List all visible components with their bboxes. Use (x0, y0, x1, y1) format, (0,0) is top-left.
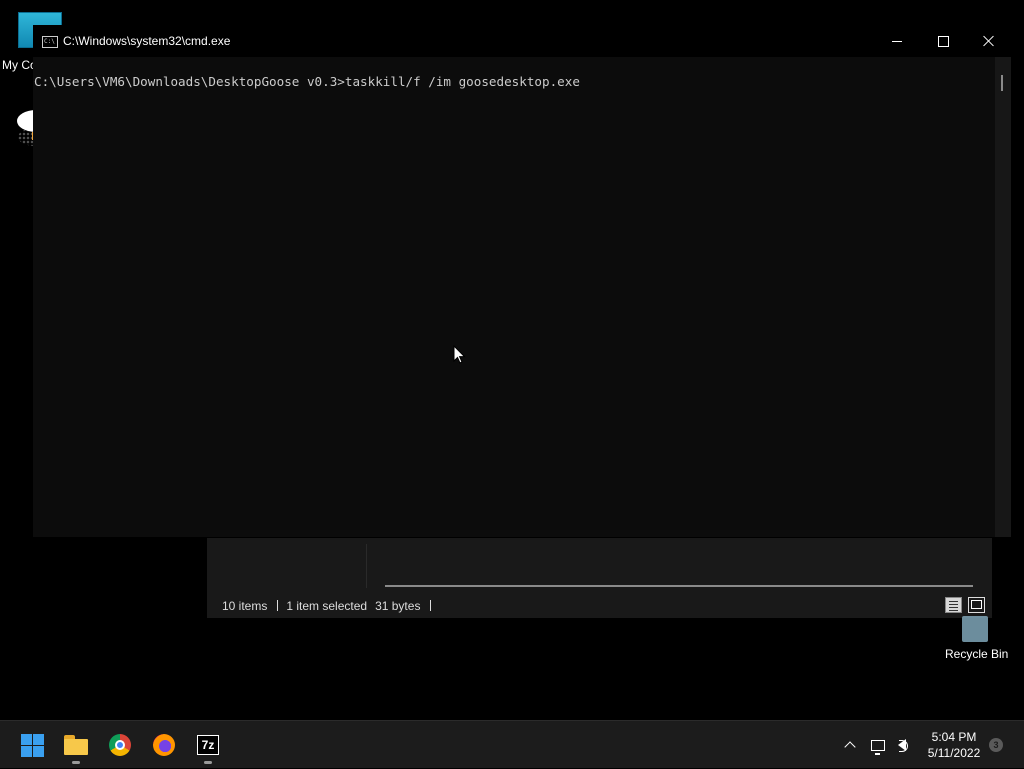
network-button[interactable] (867, 721, 889, 769)
clock[interactable]: 5:04 PM 5/11/2022 (918, 721, 990, 769)
recycle-bin-icon (962, 616, 988, 642)
my-computer-label: My Co (2, 58, 37, 72)
close-icon (983, 35, 995, 47)
speaker-icon (898, 739, 908, 752)
status-separator (277, 600, 279, 611)
chrome-icon (109, 734, 131, 756)
folder-icon (64, 735, 88, 755)
clock-time: 5:04 PM (931, 730, 977, 744)
close-button[interactable] (966, 25, 1012, 57)
volume-button[interactable] (891, 721, 913, 769)
window-title: C:\Windows\system32\cmd.exe (63, 34, 231, 48)
notification-badge-icon: 3 (989, 738, 1003, 752)
maximize-icon (937, 35, 949, 47)
network-icon (871, 739, 885, 755)
cmd-window: C:\ C:\Windows\system32\cmd.exe C:\Users… (33, 25, 1011, 537)
console-line: C:\Users\VM6\Downloads\DesktopGoose v0.3… (34, 74, 580, 89)
minimize-icon (892, 40, 902, 42)
taskbar-firefox[interactable] (144, 725, 184, 765)
clock-date: 5/11/2022 (927, 746, 981, 760)
maximize-button[interactable] (920, 25, 966, 57)
details-view-icon[interactable] (945, 597, 962, 613)
recycle-bin-label: Recycle Bin (945, 647, 1009, 661)
mouse-cursor-icon (453, 345, 466, 364)
status-item-count: 10 items (222, 599, 268, 613)
running-indicator (72, 761, 80, 764)
desktop: My Co 10 items 1 item selected 31 bytes Re… (0, 0, 1024, 720)
running-indicator (204, 761, 212, 764)
pane-divider[interactable] (366, 544, 367, 588)
firefox-icon (153, 734, 175, 756)
windows-logo-icon (20, 733, 44, 757)
cmd-titlebar[interactable]: C:\ C:\Windows\system32\cmd.exe (33, 25, 1011, 57)
notifications-button[interactable]: 3 (987, 721, 1005, 769)
chevron-up-icon (844, 741, 856, 753)
status-separator (430, 600, 432, 611)
horizontal-scrollbar[interactable] (385, 585, 973, 587)
taskbar-7zip[interactable]: 7z (188, 725, 228, 765)
large-icons-view-icon[interactable] (968, 597, 985, 613)
status-selected: 1 item selected (286, 599, 368, 613)
show-hidden-icons-button[interactable] (840, 721, 860, 769)
cmd-icon[interactable]: C:\ (42, 36, 58, 48)
start-button[interactable] (12, 725, 52, 765)
7zip-icon: 7z (197, 735, 219, 755)
status-bar: 10 items 1 item selected 31 bytes (222, 599, 439, 613)
status-size: 31 bytes (375, 599, 421, 613)
taskbar-file-explorer[interactable] (56, 725, 96, 765)
vertical-scrollbar[interactable] (995, 57, 1011, 537)
console-output[interactable]: C:\Users\VM6\Downloads\DesktopGoose v0.3… (33, 57, 995, 537)
scrollbar-thumb[interactable] (1001, 75, 1003, 91)
taskbar: 7z 5:04 PM 5/11/2022 3 (0, 720, 1024, 768)
taskbar-chrome[interactable] (100, 725, 140, 765)
file-explorer-window: 10 items 1 item selected 31 bytes (207, 538, 992, 618)
minimize-button[interactable] (874, 25, 920, 57)
